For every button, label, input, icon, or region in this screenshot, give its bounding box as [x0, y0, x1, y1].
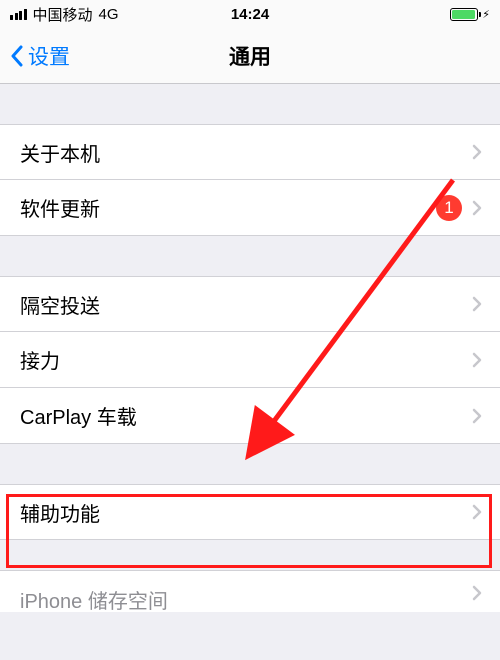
- row-software-update[interactable]: 软件更新 1: [0, 180, 500, 236]
- row-label: CarPlay 车载: [20, 401, 472, 430]
- carrier-label: 中国移动: [33, 4, 93, 25]
- status-bar: 中国移动 4G 14:24 ⚡︎: [0, 0, 500, 28]
- settings-group-1: 关于本机 软件更新 1: [0, 124, 500, 236]
- row-label: 软件更新: [20, 193, 436, 222]
- signal-icon: [10, 9, 27, 20]
- row-carplay[interactable]: CarPlay 车载: [0, 388, 500, 444]
- chevron-right-icon: [472, 144, 482, 160]
- page-title: 通用: [229, 41, 271, 71]
- row-handoff[interactable]: 接力: [0, 332, 500, 388]
- row-airdrop[interactable]: 隔空投送: [0, 276, 500, 332]
- back-button[interactable]: 设置: [0, 41, 80, 71]
- row-label: 辅助功能: [20, 498, 472, 527]
- row-storage[interactable]: iPhone 储存空间: [0, 570, 500, 612]
- battery-icon: [450, 8, 478, 21]
- nav-bar: 设置 通用: [0, 28, 500, 84]
- row-label: iPhone 储存空间: [20, 585, 472, 612]
- chevron-left-icon: [10, 45, 24, 67]
- chevron-right-icon: [472, 408, 482, 424]
- badge: 1: [436, 195, 462, 221]
- chevron-right-icon: [472, 585, 482, 601]
- row-label: 关于本机: [20, 138, 472, 167]
- row-about[interactable]: 关于本机: [0, 124, 500, 180]
- chevron-right-icon: [472, 200, 482, 216]
- network-label: 4G: [99, 6, 119, 23]
- settings-group-3: 辅助功能: [0, 484, 500, 540]
- charging-icon: ⚡︎: [482, 8, 490, 21]
- settings-group-2: 隔空投送 接力 CarPlay 车载: [0, 276, 500, 444]
- chevron-right-icon: [472, 296, 482, 312]
- row-label: 隔空投送: [20, 290, 472, 319]
- row-label: 接力: [20, 345, 472, 374]
- settings-group-4: iPhone 储存空间: [0, 570, 500, 612]
- status-time: 14:24: [231, 6, 269, 23]
- back-label: 设置: [28, 41, 70, 71]
- chevron-right-icon: [472, 352, 482, 368]
- chevron-right-icon: [472, 504, 482, 520]
- row-accessibility[interactable]: 辅助功能: [0, 484, 500, 540]
